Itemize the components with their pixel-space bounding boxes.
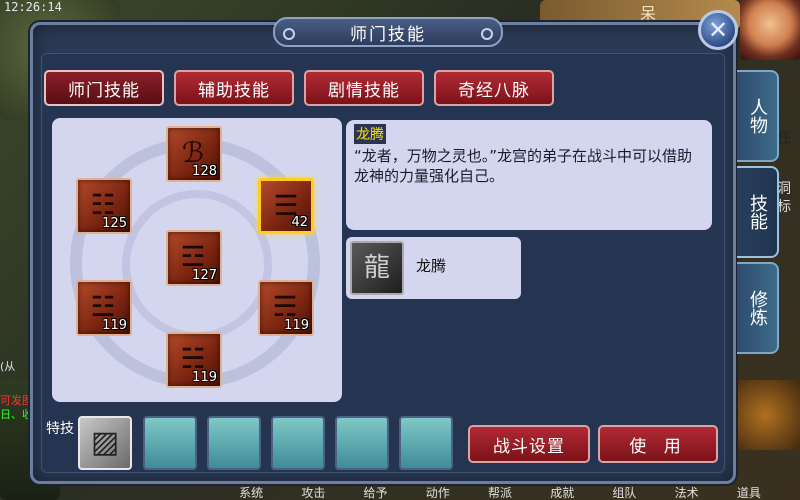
menu-system[interactable]: 系统 xyxy=(220,484,282,500)
menu-attack[interactable]: 攻击 xyxy=(282,484,344,500)
menu-achievement[interactable]: 成就 xyxy=(531,484,593,500)
use-button[interactable]: 使 用 xyxy=(598,425,718,463)
dialog-title: 师门技能 xyxy=(273,17,503,47)
skill-effect-item[interactable]: 龍 龙腾 xyxy=(346,237,521,299)
close-button[interactable]: ✕ xyxy=(698,10,738,50)
tab-school-skills[interactable]: 师门技能 xyxy=(44,70,164,106)
player-avatar[interactable] xyxy=(740,0,800,60)
menu-team[interactable]: 组队 xyxy=(593,484,655,500)
tab-meridians[interactable]: 奇经八脉 xyxy=(434,70,554,106)
skill-level: 125 xyxy=(102,216,127,231)
menu-action[interactable]: 动作 xyxy=(407,484,469,500)
skill-description-text: “龙者，万物之灵也。”龙宫的弟子在战斗中可以借助龙神的力量强化自己。 xyxy=(354,147,693,185)
chat-fragment: 日、收 xyxy=(0,408,33,421)
chat-fragment: (从 xyxy=(0,360,16,373)
dragon-icon: 龍 xyxy=(350,241,404,295)
side-tab-cultivation[interactable]: 修炼 xyxy=(737,262,779,354)
skill-description-panel: 龙腾 “龙者，万物之灵也。”龙宫的弟子在战斗中可以借助龙神的力量强化自己。 xyxy=(346,120,712,230)
clock: 12:26:14 xyxy=(4,0,62,14)
skill-level: 127 xyxy=(192,268,217,283)
tab-story-skills[interactable]: 剧情技能 xyxy=(304,70,424,106)
skill-icon-center[interactable]: ☲ 127 xyxy=(166,230,222,286)
menu-spell[interactable]: 法术 xyxy=(656,484,718,500)
menu-give[interactable]: 给予 xyxy=(344,484,406,500)
skill-effect-label: 龙腾 xyxy=(416,257,447,275)
skill-icon-upper-right[interactable]: ☰ 42 xyxy=(258,178,314,234)
battle-settings-button[interactable]: 战斗设置 xyxy=(468,425,590,463)
special-skill-slot-empty[interactable] xyxy=(207,416,261,470)
special-skill-icon: ▨ xyxy=(90,425,120,460)
special-skill-slot-empty[interactable] xyxy=(143,416,197,470)
quest-fragment: 洞 xyxy=(777,181,791,197)
menu-items[interactable]: 道具 xyxy=(718,484,780,500)
tab-assist-skills[interactable]: 辅助技能 xyxy=(174,70,294,106)
menu-guild[interactable]: 帮派 xyxy=(469,484,531,500)
side-tab-label: 技能 xyxy=(747,194,768,230)
hud-text: 呆 xyxy=(640,4,657,23)
skill-icon-bottom[interactable]: ☵ 119 xyxy=(166,332,222,388)
special-skill-slot-empty[interactable] xyxy=(399,416,453,470)
skill-icon-lower-right[interactable]: ☴ 119 xyxy=(258,280,314,336)
special-skill-label: 特技 xyxy=(46,421,74,437)
special-skill-slot-empty[interactable] xyxy=(335,416,389,470)
quest-fragment: 任 xyxy=(777,131,791,147)
side-tab-label: 修炼 xyxy=(747,290,768,326)
side-tab-character[interactable]: 人物 xyxy=(737,70,779,162)
skill-icon-lower-left[interactable]: ☳ 119 xyxy=(76,280,132,336)
skill-description-title: 龙腾 xyxy=(354,124,386,144)
skill-level: 119 xyxy=(192,370,217,385)
special-skill-slot[interactable]: ▨ xyxy=(78,416,132,470)
skill-icon-upper-left[interactable]: ☷ 125 xyxy=(76,178,132,234)
skill-level: 119 xyxy=(284,318,309,333)
skill-tabs: 师门技能 辅助技能 剧情技能 奇经八脉 xyxy=(44,70,554,106)
treasure-chest xyxy=(730,380,800,450)
special-skill-slot-empty[interactable] xyxy=(271,416,325,470)
skill-level: 128 xyxy=(192,164,217,179)
side-tab-label: 人物 xyxy=(747,98,768,134)
side-tab-skills[interactable]: 技能 xyxy=(737,166,779,258)
skill-level: 119 xyxy=(102,318,127,333)
skill-wheel-panel: ℬ 128 ☷ 125 ☰ 42 ☲ 127 ☳ 119 ☴ 119 ☵ 119 xyxy=(52,118,342,402)
bottom-menu-bar: 系统 攻击 给予 动作 帮派 成就 组队 法术 道具 xyxy=(220,484,780,500)
skill-level: 42 xyxy=(291,215,308,230)
skill-icon-top[interactable]: ℬ 128 xyxy=(166,126,222,182)
quest-fragment: 标 xyxy=(777,199,791,215)
